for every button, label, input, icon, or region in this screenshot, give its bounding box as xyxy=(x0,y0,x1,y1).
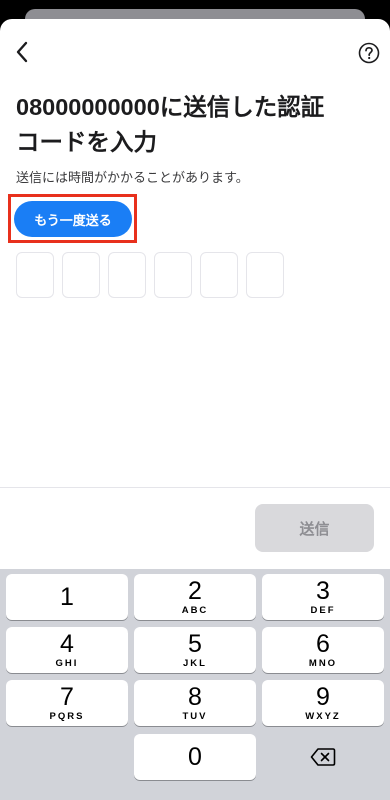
code-digit-input[interactable] xyxy=(200,252,238,298)
delete-key[interactable] xyxy=(262,734,384,780)
send-button[interactable]: 送信 xyxy=(255,504,374,552)
key-5[interactable]: 5 JKL xyxy=(134,627,256,673)
key-digit: 8 xyxy=(188,682,202,711)
key-letters: PQRS xyxy=(49,710,85,722)
code-digit-input[interactable] xyxy=(108,252,146,298)
page-title: 08000000000に送信した認証 コードを入力 xyxy=(16,94,325,155)
key-digit: 9 xyxy=(316,682,330,711)
key-3[interactable]: 3 DEF xyxy=(262,574,384,620)
footer-divider xyxy=(0,487,390,488)
resend-button[interactable]: もう一度送る xyxy=(14,201,132,237)
key-2[interactable]: 2 ABC xyxy=(134,574,256,620)
key-digit: 5 xyxy=(188,629,202,658)
key-digit: 3 xyxy=(316,576,330,605)
help-button[interactable] xyxy=(357,41,381,65)
key-letters: MNO xyxy=(308,657,338,669)
code-digit-input[interactable] xyxy=(154,252,192,298)
key-7[interactable]: 7 PQRS xyxy=(6,680,128,726)
code-digit-input[interactable] xyxy=(246,252,284,298)
key-digit: 1 xyxy=(60,583,74,611)
key-0[interactable]: 0 xyxy=(134,734,256,780)
key-letters: JKL xyxy=(183,657,207,669)
key-digit: 4 xyxy=(60,629,74,658)
backspace-icon xyxy=(310,748,336,766)
key-letters: ABC xyxy=(181,604,209,616)
code-input-group xyxy=(16,252,284,298)
key-digit: 7 xyxy=(60,682,74,711)
code-digit-input[interactable] xyxy=(16,252,54,298)
question-circle-icon xyxy=(358,42,380,64)
key-4[interactable]: 4 GHI xyxy=(6,627,128,673)
subtitle-text: 送信には時間がかかることがあります。 xyxy=(16,170,249,185)
chevron-left-icon xyxy=(16,41,28,63)
key-8[interactable]: 8 TUV xyxy=(134,680,256,726)
back-button[interactable] xyxy=(8,37,36,67)
key-1[interactable]: 1 xyxy=(6,574,128,620)
key-letters: WXYZ xyxy=(305,710,341,722)
key-9[interactable]: 9 WXYZ xyxy=(262,680,384,726)
key-digit: 6 xyxy=(316,629,330,658)
key-6[interactable]: 6 MNO xyxy=(262,627,384,673)
key-digit: 0 xyxy=(188,743,202,771)
code-digit-input[interactable] xyxy=(62,252,100,298)
key-digit: 2 xyxy=(188,576,202,605)
key-letters: GHI xyxy=(55,657,79,669)
numeric-keyboard: 1 2 ABC 3 DEF 4 GHI 5 JKL 6 MNO 7 PQRS 8… xyxy=(0,569,390,800)
key-letters: TUV xyxy=(182,710,208,722)
key-letters: DEF xyxy=(310,604,336,616)
